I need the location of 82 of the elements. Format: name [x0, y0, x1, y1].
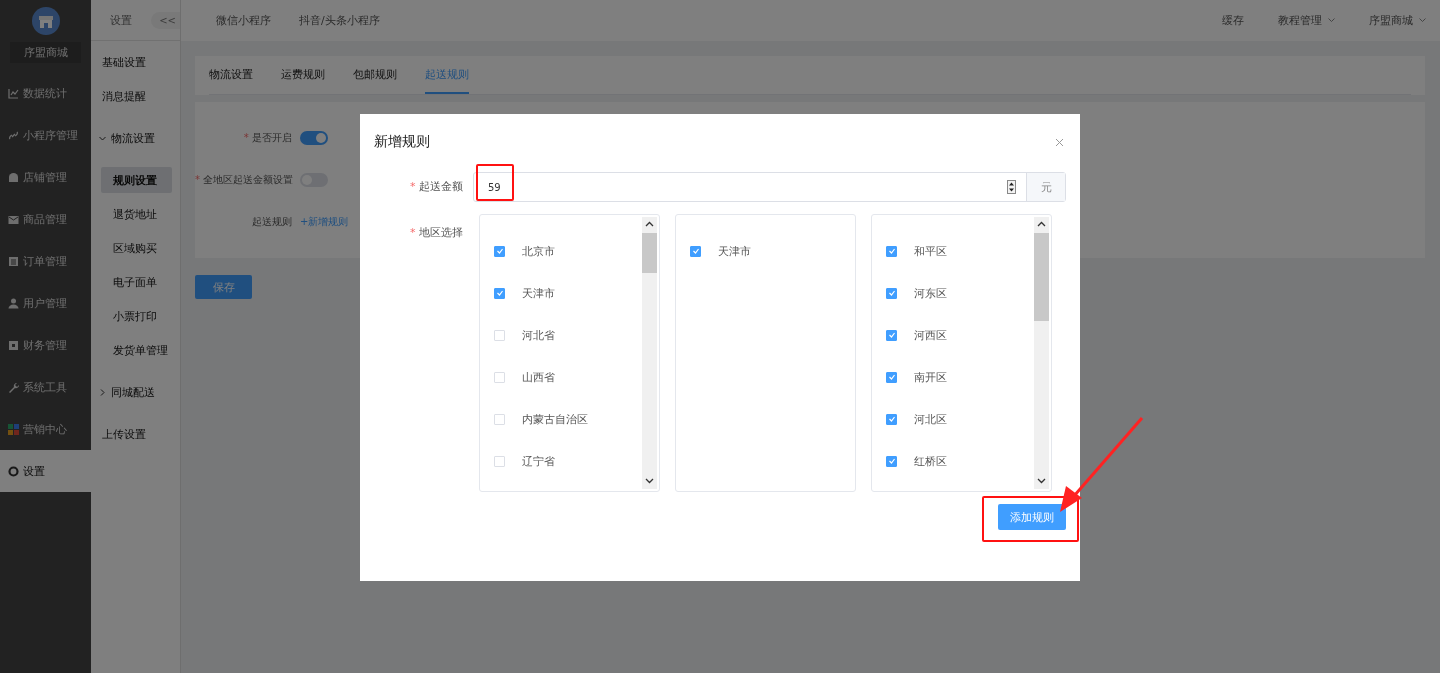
- checkbox[interactable]: [886, 413, 897, 425]
- region-name: 河西区: [914, 327, 947, 343]
- region-name: 和平区: [914, 243, 947, 259]
- checkbox[interactable]: [494, 287, 505, 299]
- submenu-item[interactable]: 上传设置: [101, 421, 172, 447]
- close-icon[interactable]: [1055, 137, 1064, 147]
- tab[interactable]: 包邮规则: [353, 56, 397, 94]
- toggle-switch[interactable]: [300, 131, 328, 145]
- region-name: 内蒙古自治区: [522, 411, 588, 427]
- sidebar-item[interactable]: 商品管理: [0, 198, 91, 240]
- region-name: 山西省: [522, 369, 555, 385]
- checkbox[interactable]: [494, 245, 505, 257]
- sidebar-item[interactable]: 用户管理: [0, 282, 91, 324]
- save-button[interactable]: 保存: [195, 275, 252, 299]
- checkbox[interactable]: [886, 287, 897, 299]
- submenu-item[interactable]: 电子面单: [101, 269, 172, 295]
- sidebar-item[interactable]: 小程序管理: [0, 114, 91, 156]
- link-icon: [8, 129, 19, 141]
- sidebar-item[interactable]: 营销中心: [0, 408, 91, 450]
- region-name: 河北区: [914, 411, 947, 427]
- submenu-title: 设置: [110, 12, 132, 28]
- region-name: 北京市: [522, 243, 555, 259]
- form-label: * 地区选择: [409, 225, 464, 241]
- sidebar-item[interactable]: 店铺管理: [0, 156, 91, 198]
- submenu-group[interactable]: 物流设置: [91, 117, 180, 159]
- caret-icon: [1328, 18, 1335, 23]
- safe-icon: [8, 339, 19, 351]
- chevron-icon: [99, 134, 106, 142]
- store-icon: [8, 171, 19, 183]
- region-name: 天津市: [522, 285, 555, 301]
- scrollbar[interactable]: [1034, 217, 1049, 489]
- form-label: * 全地区起送金额设置: [195, 173, 295, 187]
- submenu-item[interactable]: 小票打印: [101, 303, 172, 329]
- tab[interactable]: 运费规则: [281, 56, 325, 94]
- top-menu-item[interactable]: 序盟商城: [1369, 13, 1426, 28]
- region-name: 河北省: [522, 327, 555, 343]
- submenu-item[interactable]: 发货单管理: [101, 337, 172, 363]
- region-name: 南开区: [914, 369, 947, 385]
- region-name: 河东区: [914, 285, 947, 301]
- user-icon: [8, 297, 19, 309]
- checkbox[interactable]: [886, 245, 897, 257]
- shapes-icon: [8, 423, 19, 435]
- top-tab[interactable]: 抖音/头条小程序: [299, 13, 380, 28]
- list-icon: [8, 255, 19, 267]
- gear-icon: [8, 465, 19, 477]
- caret-icon: [1419, 18, 1426, 23]
- form-label: * 起送金额: [409, 179, 464, 195]
- dialog-title: 新增规则: [374, 133, 430, 151]
- tab[interactable]: 物流设置: [209, 56, 253, 94]
- sidebar-item[interactable]: 订单管理: [0, 240, 91, 282]
- add-rule-link[interactable]: +新增规则: [300, 215, 349, 229]
- submenu-item[interactable]: 退货地址: [101, 201, 172, 227]
- submenu-item[interactable]: 规则设置: [101, 167, 172, 193]
- region-name: 辽宁省: [522, 453, 555, 469]
- submenu-item[interactable]: 消息提醒: [101, 83, 172, 109]
- tab[interactable]: 起送规则: [425, 56, 469, 94]
- top-menu-item[interactable]: 教程管理: [1278, 13, 1335, 28]
- wrench-icon: [8, 381, 19, 393]
- form-label: * 是否开启: [242, 131, 293, 145]
- top-menu-item[interactable]: 缓存: [1222, 13, 1244, 28]
- checkbox[interactable]: [886, 455, 897, 467]
- submenu-item[interactable]: 基础设置: [101, 49, 172, 75]
- add-rule-button[interactable]: 添加规则: [998, 504, 1066, 530]
- chart-icon: [8, 87, 19, 99]
- submenu-group[interactable]: 同城配送: [91, 371, 180, 413]
- checkbox[interactable]: [886, 371, 897, 383]
- scrollbar[interactable]: [642, 217, 657, 489]
- sidebar-item[interactable]: 设置: [0, 450, 91, 492]
- region-name: 红桥区: [914, 453, 947, 469]
- submenu-item[interactable]: 区域购买: [101, 235, 172, 261]
- sidebar-item[interactable]: 财务管理: [0, 324, 91, 366]
- collapse-button[interactable]: <<: [151, 11, 180, 29]
- form-label: 起送规则: [251, 215, 293, 229]
- store-logo-icon: [31, 7, 60, 35]
- store-name: 序盟商城: [10, 42, 81, 63]
- chevron-icon: [99, 388, 106, 396]
- region-name: 天津市: [718, 243, 751, 259]
- checkbox[interactable]: [690, 245, 701, 257]
- top-tab[interactable]: 微信小程序: [216, 13, 271, 28]
- sidebar-item[interactable]: 数据统计: [0, 72, 91, 114]
- mail-icon: [8, 213, 19, 225]
- checkbox[interactable]: [886, 329, 897, 341]
